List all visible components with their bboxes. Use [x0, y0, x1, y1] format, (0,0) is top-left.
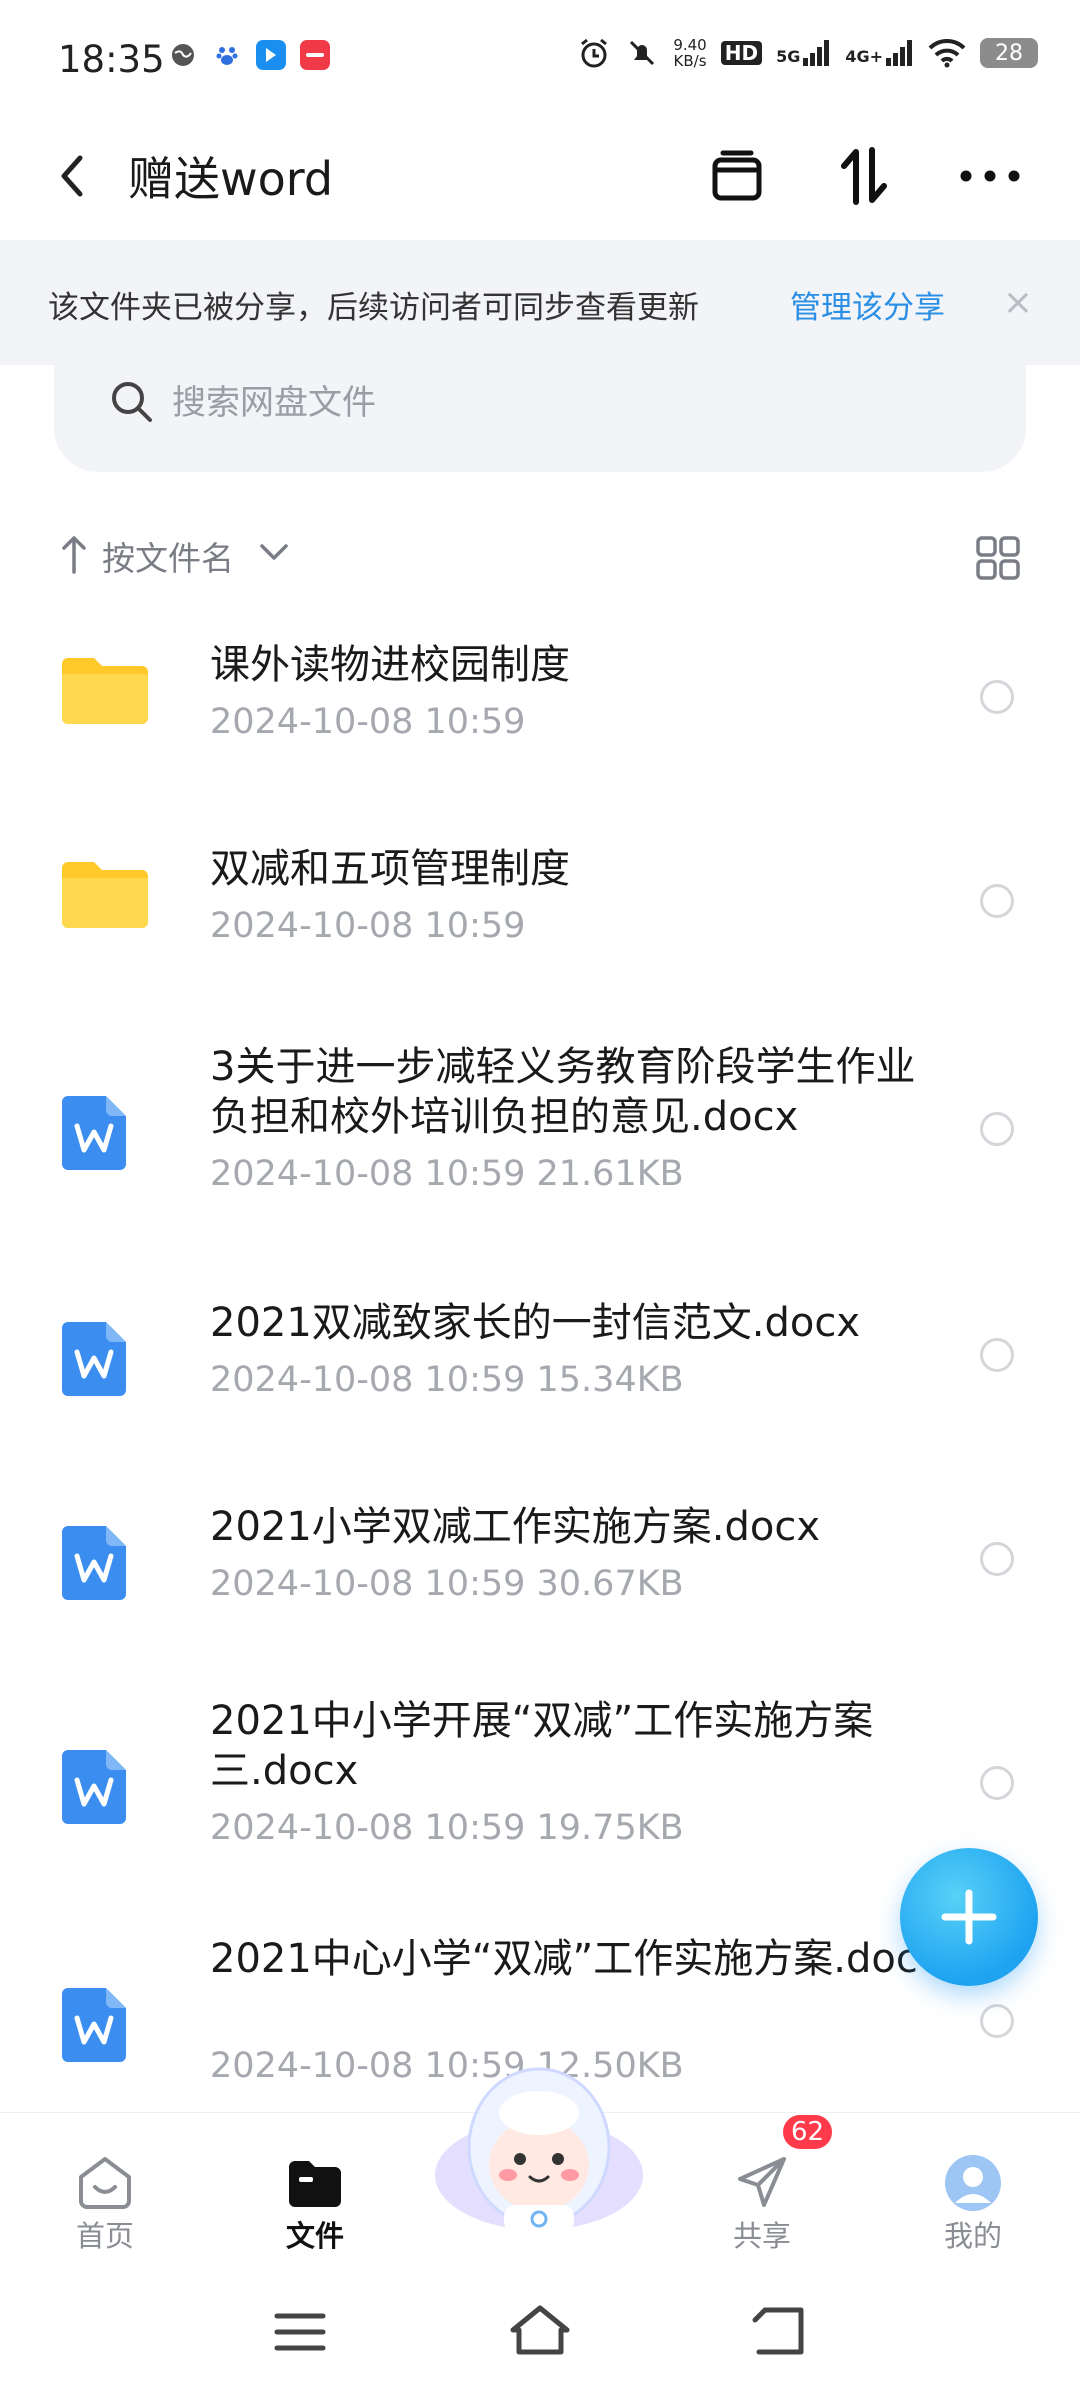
plus-icon: [941, 1889, 997, 1945]
list-item[interactable]: 2021双减致家长的一封信范文.docx 2024-10-08 10:59 15…: [0, 1274, 1080, 1464]
nav-label: 首页: [75, 2219, 134, 2253]
select-checkbox[interactable]: [980, 1338, 1014, 1372]
app-notification-icon: [256, 40, 286, 70]
file-name: 课外读物进校园制度: [210, 642, 570, 688]
word-doc-icon: [60, 1092, 150, 1182]
list-item[interactable]: 2021小学双减工作实施方案.docx 2024-10-08 10:59 30.…: [0, 1478, 1080, 1668]
home-icon: [75, 2153, 135, 2213]
back-system-icon[interactable]: [745, 2302, 815, 2362]
chevron-down-icon[interactable]: [254, 538, 294, 568]
sort-row: 按文件名: [0, 520, 1080, 590]
status-notification-icons: [168, 40, 330, 70]
share-banner-text: 该文件夹已被分享，后续访问者可同步查看更新: [48, 290, 699, 326]
file-meta: 2024-10-08 10:59 30.67KB: [210, 1564, 684, 1604]
nav-profile[interactable]: 我的: [893, 2113, 1053, 2263]
file-name: 2021小学双减工作实施方案.docx: [210, 1504, 821, 1550]
mascot-assistant-button[interactable]: [432, 2055, 646, 2235]
nav-label: 文件: [285, 2219, 344, 2253]
nav-home[interactable]: 首页: [25, 2113, 185, 2263]
manage-share-link[interactable]: 管理该分享: [790, 282, 945, 327]
system-nav-bar: [0, 2262, 1080, 2400]
mute-bell-icon: [630, 40, 655, 66]
page-title: 赠送word: [128, 152, 334, 206]
nav-files[interactable]: 文件: [235, 2113, 395, 2263]
select-checkbox[interactable]: [980, 884, 1014, 918]
folder-icon: [60, 854, 150, 944]
search-bar[interactable]: [54, 360, 1026, 472]
select-checkbox[interactable]: [980, 1766, 1014, 1800]
file-meta: 2024-10-08 10:59 15.34KB: [210, 1360, 684, 1400]
select-checkbox[interactable]: [980, 1112, 1014, 1146]
select-checkbox[interactable]: [980, 2004, 1014, 2038]
hd-icon: HD: [720, 41, 763, 65]
search-icon: [108, 378, 156, 426]
sort-toggle-icon[interactable]: [824, 136, 904, 216]
wifi-icon: [928, 38, 966, 68]
redbook-icon: [300, 40, 330, 70]
list-item[interactable]: 3关于进一步减轻义务教育阶段学生作业负担和校外培训负担的意见.docx 2024…: [0, 1028, 1080, 1258]
select-checkbox[interactable]: [980, 680, 1014, 714]
share-banner: 该文件夹已被分享，后续访问者可同步查看更新 管理该分享 ×: [0, 240, 1080, 365]
send-icon: [732, 2153, 792, 2213]
file-meta: 2024-10-08 10:59: [210, 702, 526, 742]
file-meta: 2024-10-08 10:59 19.75KB: [210, 1808, 684, 1848]
status-time: 18:35: [58, 38, 165, 81]
nav-label: 我的: [943, 2219, 1002, 2253]
file-meta: 2024-10-08 10:59: [210, 906, 526, 946]
list-item[interactable]: 双减和五项管理制度 2024-10-08 10:59: [0, 824, 1080, 1014]
profile-icon: [943, 2153, 1003, 2213]
alarm-icon: [581, 38, 608, 68]
globe-icon: [168, 40, 198, 70]
net-speed: 9.40 KB/s: [673, 36, 707, 70]
share-badge: 62: [780, 2112, 836, 2152]
folder-icon: [285, 2153, 345, 2213]
word-doc-icon: [60, 1746, 150, 1836]
archive-icon[interactable]: [697, 136, 777, 216]
sort-by-name-label[interactable]: 按文件名: [102, 532, 234, 580]
menu-icon[interactable]: [265, 2302, 335, 2362]
file-name: 2021双减致家长的一封信范文.docx: [210, 1300, 861, 1346]
battery-icon: 28: [980, 38, 1038, 68]
signal-4g-icon: 4G+: [845, 40, 914, 66]
file-name: 3关于进一步减轻义务教育阶段学生作业负担和校外培训负担的意见.docx: [210, 1044, 916, 1140]
nav-label: 共享: [732, 2219, 791, 2253]
signal-5g-icon: 5G: [776, 40, 831, 66]
select-checkbox[interactable]: [980, 1542, 1014, 1576]
more-icon[interactable]: [950, 136, 1030, 216]
add-button[interactable]: [900, 1848, 1038, 1986]
status-system-icons: 9.40 KB/s HD 5G 4G+ 28: [577, 36, 1038, 70]
status-bar: 18:35 9.40 KB/s HD 5G 4G+ 28: [0, 0, 1080, 120]
back-arrow-icon[interactable]: [50, 146, 110, 206]
close-icon[interactable]: ×: [996, 272, 1040, 332]
folder-icon: [60, 650, 150, 740]
home-system-icon[interactable]: [505, 2302, 575, 2362]
grid-view-icon[interactable]: [974, 534, 1022, 582]
list-item[interactable]: 课外读物进校园制度 2024-10-08 10:59: [0, 620, 1080, 810]
file-name: 双减和五项管理制度: [210, 846, 570, 892]
word-doc-icon: [60, 1984, 150, 2074]
search-input[interactable]: [172, 378, 672, 428]
app-header: 赠送word: [0, 120, 1080, 240]
sort-up-arrow-icon[interactable]: [56, 532, 92, 576]
file-meta: 2024-10-08 10:59 21.61KB: [210, 1154, 684, 1194]
file-name: 2021中心小学“双减”工作实施方案.doc: [210, 1936, 918, 1982]
word-doc-icon: [60, 1318, 150, 1408]
word-doc-icon: [60, 1522, 150, 1612]
file-name: 2021中小学开展“双减”工作实施方案三.docx: [210, 1698, 874, 1794]
page: 18:35 9.40 KB/s HD 5G 4G+ 28 赠送word 搜索网盘…: [0, 0, 1080, 2400]
paw-icon: [212, 40, 242, 70]
